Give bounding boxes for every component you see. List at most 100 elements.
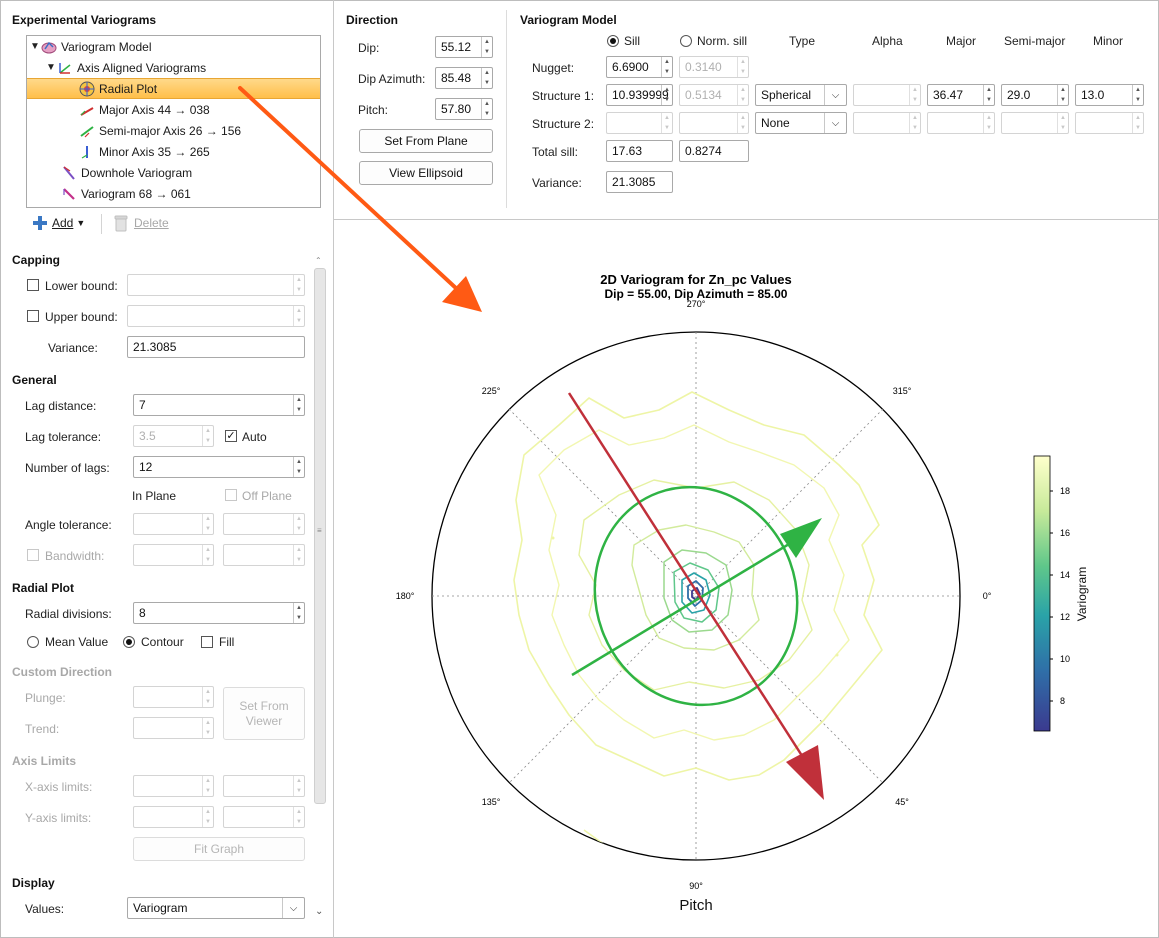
angle-label-270: 270°	[687, 299, 706, 309]
auto-label: Auto	[242, 430, 267, 444]
norm-sill-radio[interactable]	[680, 35, 692, 47]
delete-label: Delete	[134, 216, 169, 230]
structure-1-major-input[interactable]: 36.47 ▲ ▼	[927, 84, 995, 106]
x-axis-label: Pitch	[679, 897, 712, 914]
num-lags-input[interactable]: 12 ▲ ▼	[133, 456, 305, 478]
major-axis-icon	[80, 106, 94, 116]
structure-1-semi-major-input[interactable]: 29.0 ▲ ▼	[1001, 84, 1069, 106]
structure-1-norm-input[interactable]: 0.5134 ▲ ▼	[679, 84, 749, 106]
radial-plot-chart[interactable]: 2D Variogram for Zn_pc Values Dip = 55.0…	[334, 220, 1159, 938]
minor-axis-icon	[81, 145, 88, 159]
nugget-norm-input[interactable]: 0.3140 ▲ ▼	[679, 56, 749, 78]
dip-label: Dip:	[358, 41, 380, 55]
tree-item-label: Variogram 68 → 061	[81, 186, 191, 201]
angle-tolerance-label: Angle tolerance:	[25, 518, 112, 532]
fit-graph-button[interactable]: Fit Graph	[133, 837, 305, 861]
radial-plot-icon	[79, 81, 95, 96]
plunge-input[interactable]: ▲ ▼	[133, 686, 214, 708]
colorbar-label: Variogram	[1075, 567, 1089, 621]
nugget-sill-input[interactable]: 6.6900 ▲ ▼	[606, 56, 673, 78]
tree-item-label: Axis Aligned Variograms	[77, 60, 207, 75]
upper-bound-checkbox[interactable]	[27, 310, 39, 322]
angle-tolerance-off-plane[interactable]: ▲ ▼	[223, 513, 305, 535]
contour-radio[interactable]	[123, 636, 135, 648]
left-panel-scrollbar[interactable]: ⌃ ≡ ⌄	[313, 256, 327, 924]
mean-value-radio[interactable]	[27, 636, 39, 648]
tree-item-label: Major Axis 44 → 038	[99, 102, 210, 117]
structure-2-semi-major-input[interactable]: ▲ ▼	[1001, 112, 1069, 134]
x-axis-min-input[interactable]: ▲ ▼	[133, 775, 214, 797]
sill-radio[interactable]	[607, 35, 619, 47]
lag-tolerance-input[interactable]: 3.5 ▲ ▼	[133, 425, 214, 447]
toolbar-separator	[101, 214, 102, 234]
values-label: Values:	[25, 902, 65, 916]
colorbar	[1033, 455, 1051, 732]
y-axis-limits-label: Y-axis limits:	[25, 811, 92, 825]
dip-value: 55.12	[441, 40, 472, 54]
axis-limits-title: Axis Limits	[12, 754, 77, 768]
add-label: Add	[52, 216, 74, 230]
semi-major-axis-icon	[80, 125, 94, 137]
auto-checkbox[interactable]: ✓	[225, 430, 237, 442]
bandwidth-off-plane[interactable]: ▲ ▼	[223, 544, 305, 566]
structure-2-type-select[interactable]: None ⌵	[755, 112, 847, 134]
y-axis-max-input[interactable]: ▲ ▼	[223, 806, 305, 828]
radial-divisions-input[interactable]: 8 ▲ ▼	[133, 602, 305, 624]
add-button[interactable]: Add ▼	[31, 214, 85, 232]
dip-input[interactable]: 55.12 ▲ ▼	[435, 36, 493, 58]
tree-item-label: Variogram Model	[61, 39, 152, 54]
structure-1-label: Structure 1:	[532, 89, 595, 103]
model-variance-field: 21.3085	[606, 171, 673, 193]
structure-1-minor-input[interactable]: 13.0 ▲ ▼	[1075, 84, 1144, 106]
grip-icon: ≡	[317, 526, 322, 535]
values-select[interactable]: Variogram ⌵	[127, 897, 305, 919]
scrollbar-thumb[interactable]	[314, 268, 326, 804]
structure-1-sill-input[interactable]: 10.939999 ▲ ▼	[606, 84, 673, 106]
x-axis-max-input[interactable]: ▲ ▼	[223, 775, 305, 797]
general-title: General	[12, 373, 57, 387]
trend-label: Trend:	[25, 722, 60, 736]
plunge-label: Plunge:	[25, 691, 66, 705]
structure-1-type-select[interactable]: Spherical ⌵	[755, 84, 847, 106]
structure-1-alpha-input[interactable]: ▲ ▼	[853, 84, 921, 106]
bandwidth-label: Bandwidth:	[45, 549, 105, 563]
bandwidth-checkbox[interactable]	[27, 549, 39, 561]
tree-item-variogram-model[interactable]: ▼ Variogram Model	[27, 36, 320, 57]
off-plane-checkbox[interactable]	[225, 489, 237, 501]
structure-2-major-input[interactable]: ▲ ▼	[927, 112, 995, 134]
fill-checkbox[interactable]	[201, 636, 213, 648]
minor-header: Minor	[1093, 34, 1124, 48]
structure-2-label: Structure 2:	[532, 117, 595, 131]
trend-input[interactable]: ▲ ▼	[133, 717, 214, 739]
expand-toggle-icon[interactable]: ▼	[45, 62, 57, 73]
radial-divisions-label: Radial divisions:	[25, 607, 112, 621]
structure-2-alpha-input[interactable]: ▲ ▼	[853, 112, 921, 134]
capping-variance-field[interactable]: 21.3085	[127, 336, 305, 358]
total-sill-label: Total sill:	[532, 145, 579, 159]
tree-item-label: Radial Plot	[99, 81, 158, 96]
structure-2-type-value: None	[761, 116, 790, 130]
lag-distance-input[interactable]: 7 ▲ ▼	[133, 394, 305, 416]
bandwidth-in-plane[interactable]: ▲ ▼	[133, 544, 214, 566]
set-from-viewer-button[interactable]: Set From Viewer	[223, 687, 305, 740]
tree-item-label: Minor Axis 35 → 265	[99, 144, 210, 159]
num-lags-label: Number of lags:	[25, 461, 110, 475]
delete-button[interactable]: Delete	[113, 214, 169, 232]
angle-tolerance-in-plane[interactable]: ▲ ▼	[133, 513, 214, 535]
colorbar-tick-12: 12	[1060, 612, 1070, 622]
y-axis-min-input[interactable]: ▲ ▼	[133, 806, 214, 828]
tree-item-axis-aligned[interactable]: ▼ Axis Aligned Variograms	[27, 57, 320, 78]
structure-1-major-value: 36.47	[933, 88, 964, 102]
display-title: Display	[12, 876, 55, 890]
scroll-down-icon[interactable]: ⌄	[315, 906, 323, 917]
expand-toggle-icon[interactable]: ▼	[29, 41, 41, 52]
radial-plot-title: Radial Plot	[12, 581, 75, 595]
lower-bound-checkbox[interactable]	[27, 279, 39, 291]
direction-title: Direction	[346, 13, 399, 27]
structure-2-sill-input[interactable]: ▲ ▼	[606, 112, 673, 134]
structure-2-norm-input[interactable]: ▲ ▼	[679, 112, 749, 134]
angle-label-180: 180°	[396, 591, 415, 601]
structure-2-minor-input[interactable]: ▲ ▼	[1075, 112, 1144, 134]
nugget-sill-value: 6.6900	[612, 60, 649, 74]
angle-label-0: 0°	[983, 591, 992, 601]
